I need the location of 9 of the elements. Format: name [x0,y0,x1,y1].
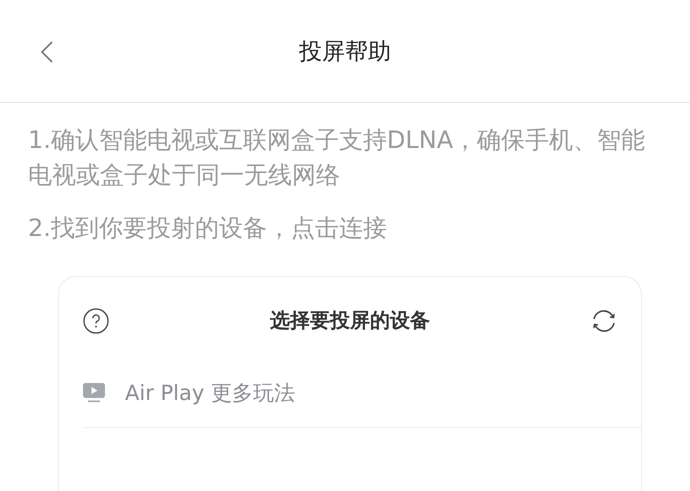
instruction-text: 2.找到你要投射的设备，点击连接 [28,213,388,244]
tv-icon [83,383,105,403]
panel-title: 选择要投屏的设备 [270,307,430,334]
back-icon[interactable] [40,40,54,64]
device-item[interactable]: Air Play 更多玩法 [83,379,641,428]
help-icon[interactable] [83,308,109,334]
page-title: 投屏帮助 [299,38,391,66]
refresh-icon[interactable] [591,308,617,334]
instruction-text: 1.确认智能电视或互联网盒子支持DLNA，确保手机、智能电视或盒子处于同一无线网络 [28,125,646,191]
